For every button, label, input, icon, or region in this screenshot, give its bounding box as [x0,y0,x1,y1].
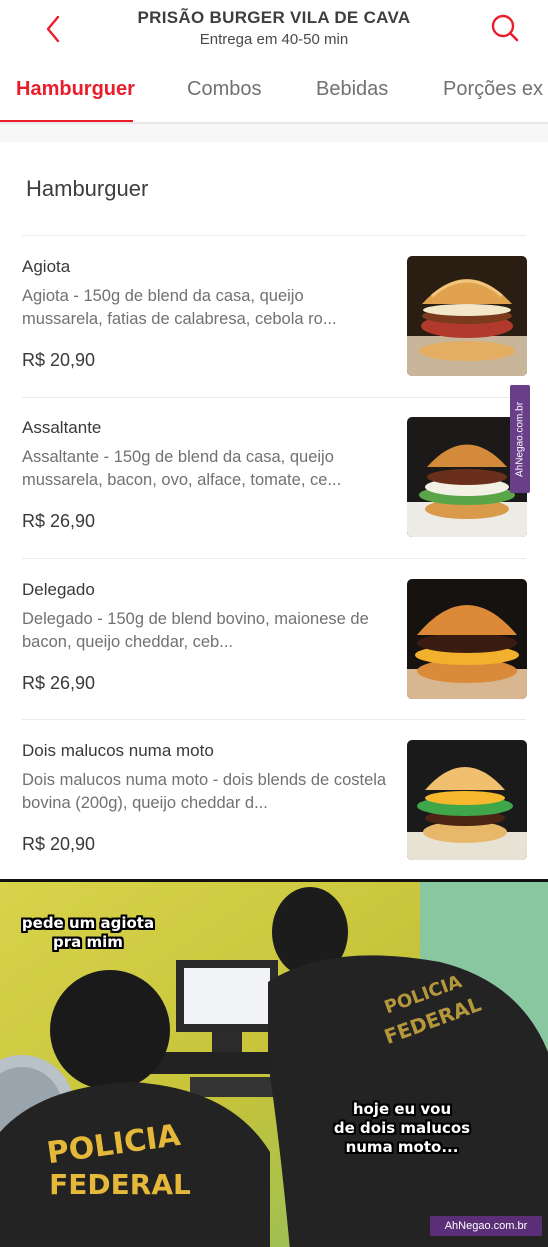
delivery-time: Entrega em 40-50 min [199,31,349,48]
menu-item-dois-malucos[interactable]: Dois malucos numa moto Dois malucos numa… [0,721,548,882]
item-description: Assaltante - 150g de blend da casa, quei… [22,448,342,489]
item-description: Dois malucos numa moto - dois blends de … [22,771,387,812]
divider [22,235,526,236]
divider [22,719,526,720]
app-header: PRISÃO BURGER VILA DE CAVA Entrega em 40… [0,0,548,62]
burger-photo [407,740,527,860]
search-icon [491,14,519,42]
section-title: Hamburguer [26,176,149,201]
meme-photo: POLICIA FEDERAL POLICIA FEDERAL pede um … [0,879,548,1247]
active-tab-indicator [0,120,133,122]
menu-item-assaltante[interactable]: Assaltante Assaltante - 150g de blend da… [0,398,548,559]
item-name: Dois malucos numa moto [22,741,214,760]
section-spacer [0,124,548,142]
item-price: R$ 26,90 [22,673,96,693]
store-title: PRISÃO BURGER VILA DE CAVA [137,8,411,27]
search-button[interactable] [488,10,522,46]
tab-combos[interactable]: Combos [187,78,261,101]
vest-text: FEDERAL [49,1168,191,1201]
menu-item-agiota[interactable]: Agiota Agiota - 150g de blend da casa, q… [0,237,548,398]
item-name: Assaltante [22,418,102,437]
item-description: Delegado - 150g de blend bovino, maiones… [22,610,369,651]
watermark-side: AhNegao.com.br [510,385,530,493]
chevron-left-icon [46,15,60,43]
meme-caption-right: hoje eu vou de dois malucos numa moto... [333,1100,471,1156]
item-price: R$ 20,90 [22,350,96,370]
item-price: R$ 20,90 [22,834,96,854]
watermark-bottom: AhNegao.com.br [430,1216,542,1236]
meme-caption-left: pede um agiota pra mim [21,914,155,951]
back-button[interactable] [38,12,68,46]
tab-porcoes[interactable]: Porções ex [443,78,543,101]
item-name: Agiota [22,257,71,276]
burger-photo [407,417,527,537]
item-price: R$ 26,90 [22,511,96,531]
item-description: Agiota - 150g de blend da casa, queijo m… [22,287,337,328]
burger-photo [407,579,527,699]
tab-hamburguer[interactable]: Hamburguer [16,78,135,101]
tab-bebidas[interactable]: Bebidas [316,78,388,101]
category-tabs: Hamburguer Combos Bebidas Porções ex [0,62,548,124]
item-name: Delegado [22,580,95,599]
divider [22,558,526,559]
menu-item-delegado[interactable]: Delegado Delegado - 150g de blend bovino… [0,560,548,721]
burger-photo [407,256,527,376]
